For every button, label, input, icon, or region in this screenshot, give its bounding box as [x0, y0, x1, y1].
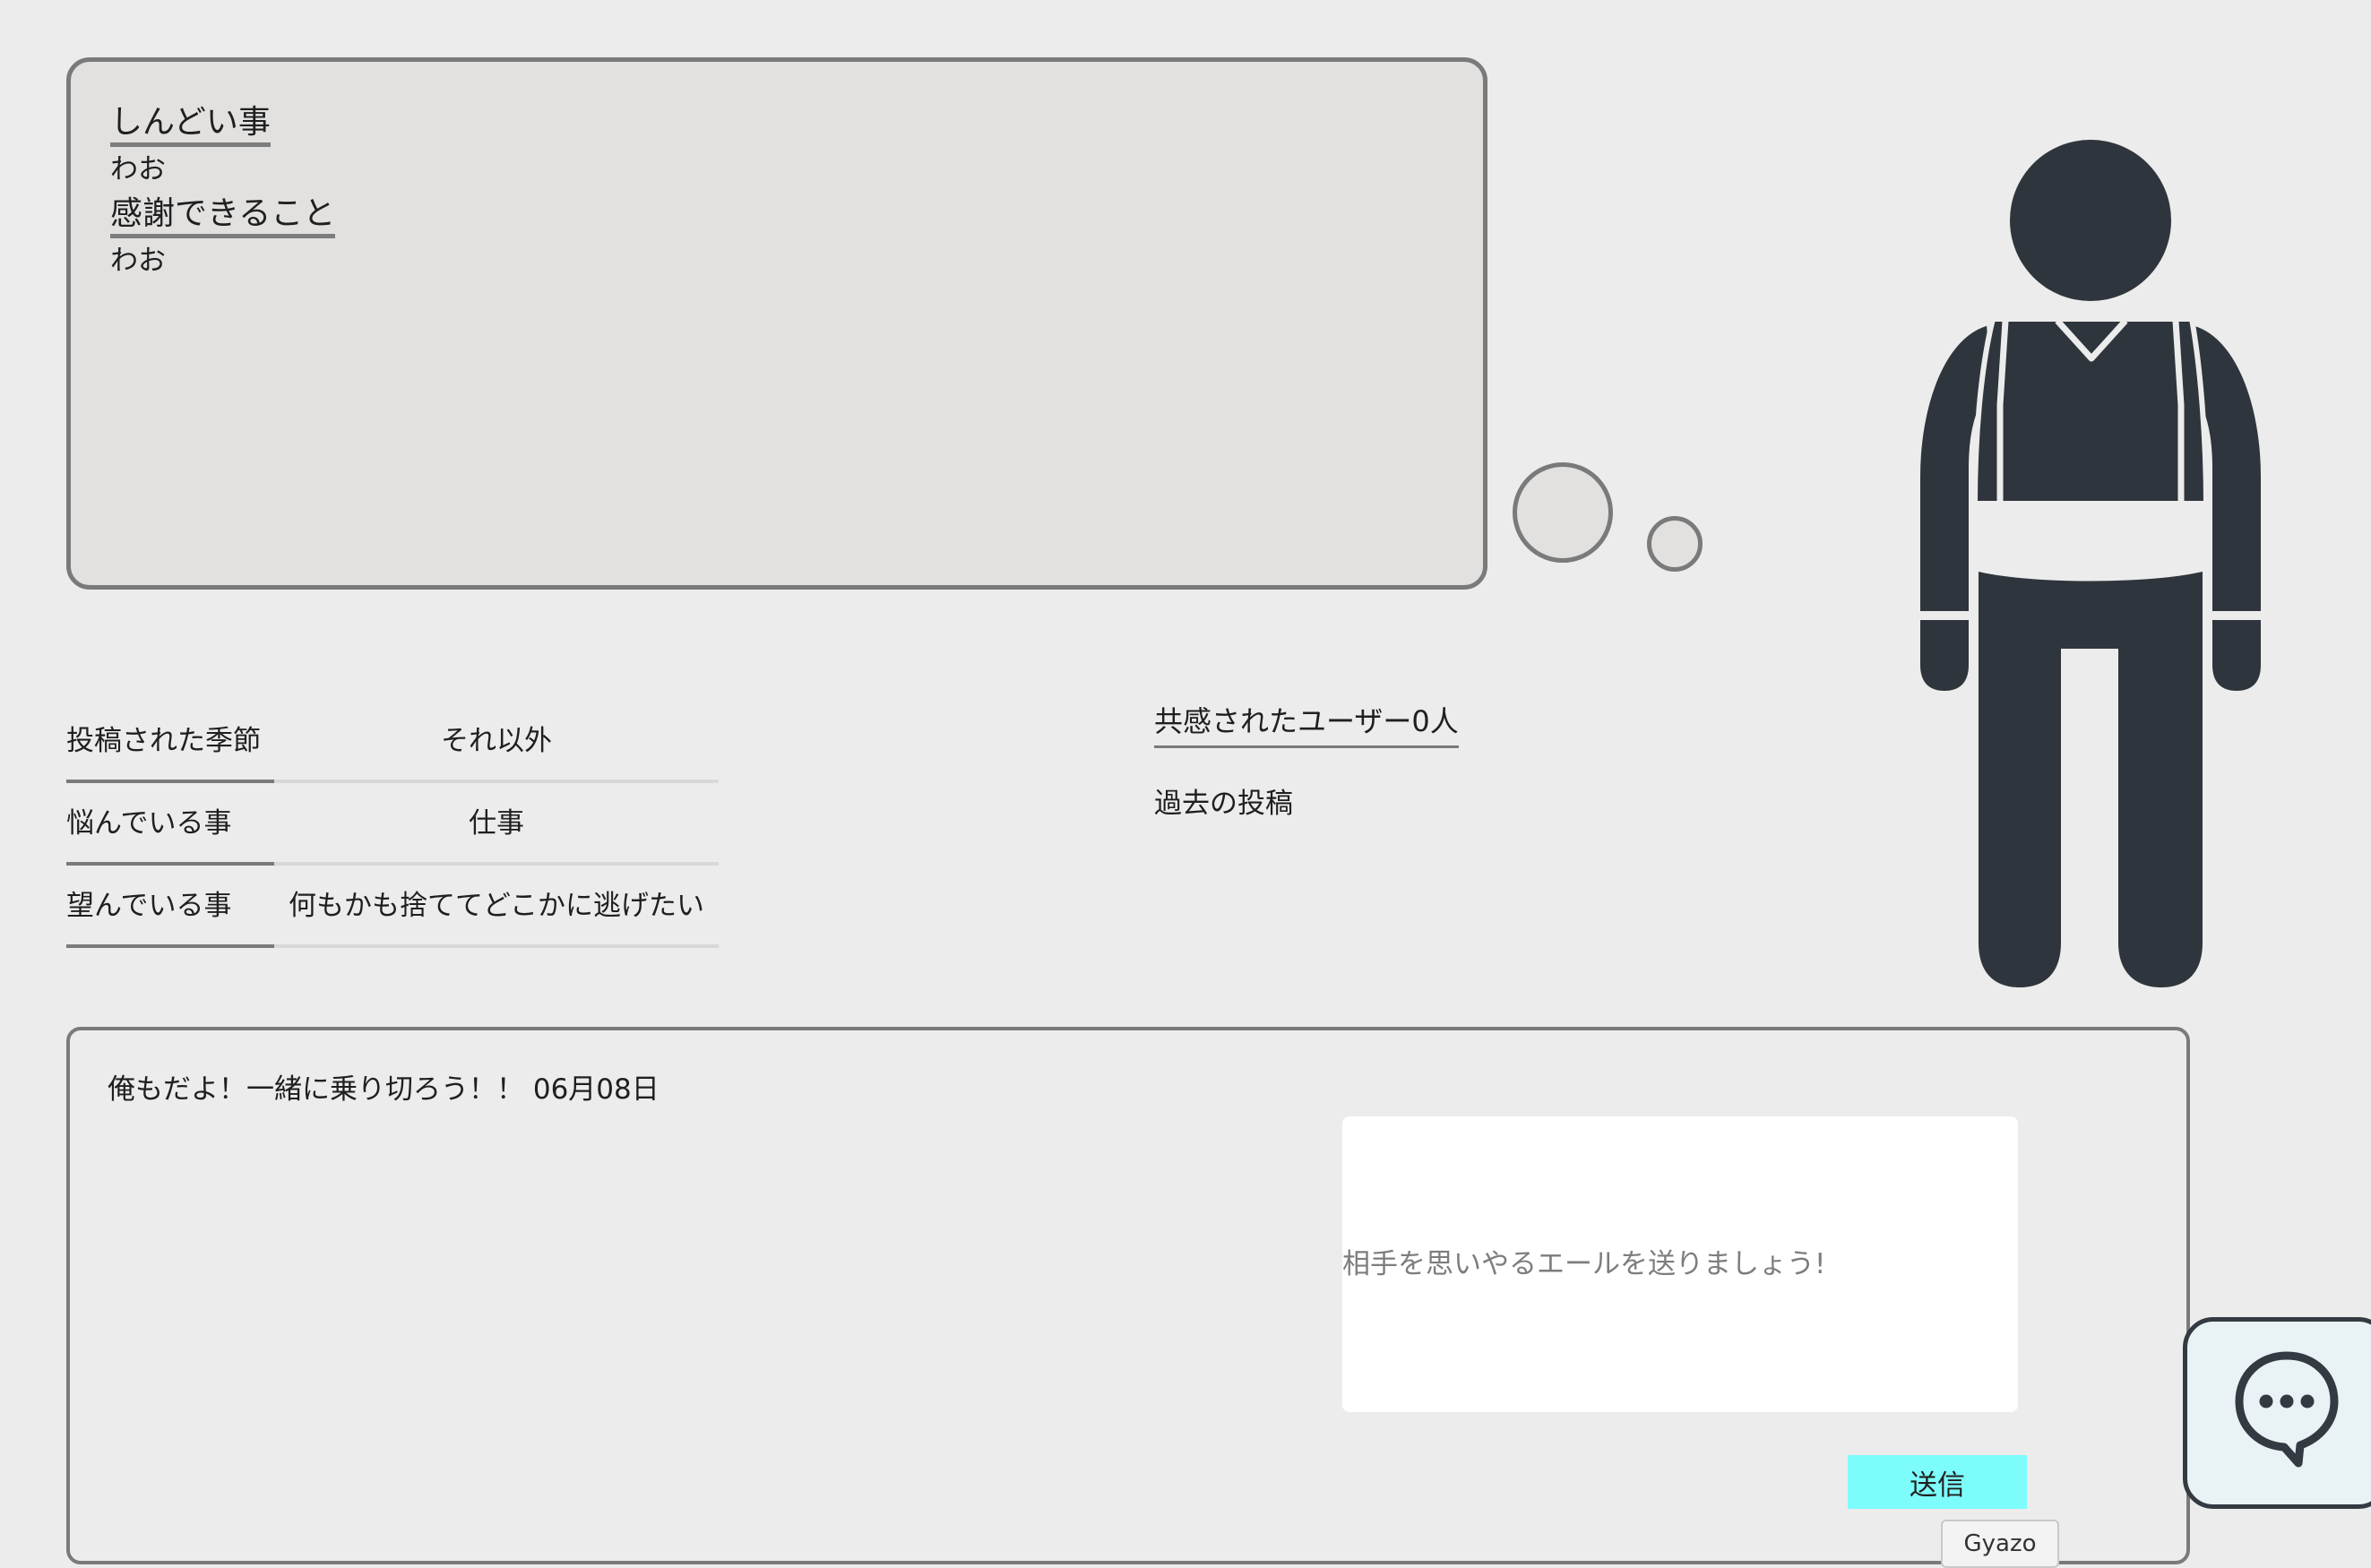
- wish-value: 何もかも捨ててどこかに逃げたい: [274, 867, 719, 948]
- message-entry: 俺もだよ！一緒に乗り切ろう！！ 06月08日: [108, 1073, 660, 1106]
- info-row-season: 投稿された季節 それ以外: [66, 702, 719, 785]
- worry-value: 仕事: [274, 785, 719, 866]
- chat-button[interactable]: [2183, 1317, 2371, 1509]
- wish-label: 望んでいる事: [66, 867, 274, 948]
- thought-bubble-dot-small: [1647, 516, 1703, 572]
- hardship-text: わお: [110, 153, 166, 185]
- worry-label: 悩んでいる事: [66, 785, 274, 866]
- gyazo-tooltip: Gyazo: [1941, 1520, 2059, 1568]
- person-icon: [1915, 140, 2266, 987]
- info-row-wish: 望んでいる事 何もかも捨ててどこかに逃げたい: [66, 867, 719, 950]
- chat-bubble-icon: [2235, 1351, 2339, 1468]
- message-panel: 俺もだよ！一緒に乗り切ろう！！ 06月08日 送信: [66, 1027, 2190, 1564]
- thought-bubble: しんどい事 わお 感謝できること わお: [66, 57, 1487, 590]
- gratitude-heading: 感謝できること: [110, 196, 336, 238]
- info-row-worry: 悩んでいる事 仕事: [66, 785, 719, 867]
- season-label: 投稿された季節: [66, 702, 274, 783]
- hardship-heading: しんどい事: [110, 105, 271, 147]
- reply-input[interactable]: [1342, 1116, 2018, 1412]
- empathy-users-link[interactable]: 共感されたユーザー0人: [1154, 702, 1459, 748]
- thought-bubble-dot-large: [1513, 462, 1613, 563]
- send-button[interactable]: 送信: [1848, 1455, 2027, 1509]
- gratitude-text: わお: [110, 245, 166, 277]
- season-value: それ以外: [274, 702, 719, 783]
- past-posts-link[interactable]: 過去の投稿: [1154, 785, 1293, 823]
